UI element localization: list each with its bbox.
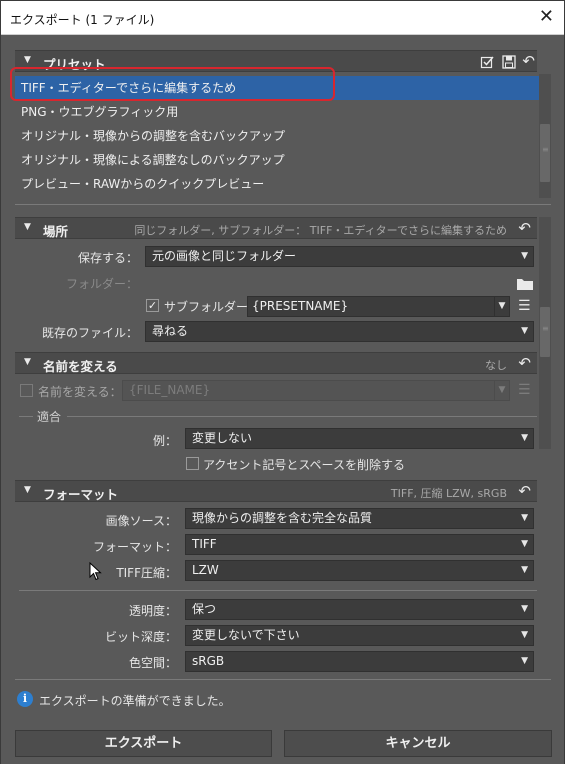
tiff-compression-select[interactable]: LZW ▼ <box>185 560 534 581</box>
existing-files-select[interactable]: 尋ねる ▼ <box>145 321 534 342</box>
preset-scrollbar[interactable]: ≡ <box>539 74 551 198</box>
rename-label: 名前を変える： <box>38 385 122 399</box>
divider <box>19 590 537 591</box>
color-space-value: sRGB <box>192 654 225 668</box>
format-label: フォーマット： <box>92 540 177 554</box>
format-select[interactable]: TIFF ▼ <box>185 534 534 555</box>
rename-summary: なし <box>485 359 507 372</box>
existing-files-value: 尋ねる <box>152 324 189 338</box>
collapse-triangle-icon[interactable]: ▼ <box>24 485 31 495</box>
mouse-cursor-icon <box>89 561 103 582</box>
reset-icon[interactable]: ↶ <box>518 219 531 237</box>
chevron-down-icon: ▼ <box>521 656 528 666</box>
chevron-down-icon: ▼ <box>521 539 528 549</box>
title-bar: エクスポート (1 ファイル) ✕ <box>1 1 564 35</box>
remove-accents-checkbox[interactable] <box>186 457 199 470</box>
subfolder-checkbox[interactable]: ✓ <box>146 299 159 312</box>
location-summary: 同じフォルダー, サブフォルダー： TIFF・エディターでさらに編集するため <box>134 224 507 237</box>
reset-icon[interactable]: ↶ <box>518 482 531 500</box>
settings-scrollbar[interactable]: ≡ <box>539 217 551 449</box>
rename-dropdown-button[interactable]: ▼ <box>494 380 510 401</box>
example-label: 例： <box>152 434 177 448</box>
image-source-label: 画像ソース： <box>105 514 177 528</box>
preset-scrollbar-thumb[interactable]: ≡ <box>540 124 550 182</box>
subfolder-label: サブフォルダー： <box>164 300 261 314</box>
rename-section-title: 名前を変える <box>43 359 118 374</box>
chevron-down-icon: ▼ <box>521 630 528 640</box>
cancel-button[interactable]: キャンセル <box>284 730 552 757</box>
settings-scrollbar-thumb[interactable]: ≡ <box>540 307 550 357</box>
rename-section-header[interactable]: ▼ 名前を変える なし ↶ <box>15 352 537 374</box>
example-select[interactable]: 変更しない ▼ <box>185 428 534 449</box>
transparency-label: 透明度： <box>128 604 177 618</box>
rename-token-menu-icon[interactable]: ☰ <box>518 383 531 397</box>
tiff-compression-value: LZW <box>192 563 219 577</box>
divider <box>19 416 33 417</box>
collapse-triangle-icon[interactable]: ▼ <box>24 55 31 65</box>
folder-icon[interactable] <box>517 277 533 290</box>
preset-item-tiff[interactable]: TIFF・エディターでさらに編集するため <box>15 76 539 100</box>
export-dialog: エクスポート (1 ファイル) ✕ ▼ プリセット ↶ TIFF・エディターでさ… <box>0 0 565 764</box>
color-space-select[interactable]: sRGB ▼ <box>185 651 534 672</box>
collapse-triangle-icon[interactable]: ▼ <box>24 222 31 232</box>
collapse-triangle-icon[interactable]: ▼ <box>24 357 31 367</box>
preset-section-header[interactable]: ▼ プリセット ↶ <box>15 50 537 72</box>
save-to-label: 保存する： <box>77 251 138 265</box>
divider <box>67 416 537 417</box>
divider <box>15 679 551 680</box>
token-menu-icon[interactable]: ☰ <box>518 299 531 313</box>
status-text: エクスポートの準備ができました。 <box>39 694 231 708</box>
image-source-select[interactable]: 現像からの調整を含む完全な品質 ▼ <box>185 508 534 529</box>
existing-files-label: 既存のファイル： <box>41 326 138 340</box>
format-section-header[interactable]: ▼ フォーマット TIFF, 圧縮 LZW, sRGB ↶ <box>15 480 537 502</box>
subfolder-input[interactable]: {PRESETNAME} <box>247 296 495 317</box>
subfolder-dropdown-button[interactable]: ▼ <box>494 296 510 317</box>
window-title: エクスポート (1 ファイル) <box>10 13 155 27</box>
location-section-title: 場所 <box>43 224 69 239</box>
reset-icon[interactable]: ↶ <box>522 52 535 70</box>
bit-depth-select[interactable]: 変更しないで下さい ▼ <box>185 625 534 646</box>
format-summary: TIFF, 圧縮 LZW, sRGB <box>390 487 507 500</box>
chevron-down-icon: ▼ <box>521 251 528 261</box>
chevron-down-icon: ▼ <box>521 513 528 523</box>
preset-section-title: プリセット <box>43 57 106 72</box>
bit-depth-value: 変更しないで下さい <box>192 628 300 642</box>
chevron-down-icon: ▼ <box>521 326 528 336</box>
rename-input[interactable]: {FILE_NAME} <box>122 380 495 401</box>
export-button[interactable]: エクスポート <box>15 730 272 757</box>
save-to-value: 元の画像と同じフォルダー <box>152 249 297 263</box>
preset-item-quick-preview[interactable]: プレビュー・RAWからのクイックプレビュー <box>15 172 539 196</box>
example-value: 変更しない <box>192 431 253 445</box>
save-preset-icon[interactable] <box>501 54 517 70</box>
save-to-select[interactable]: 元の画像と同じフォルダー ▼ <box>145 246 534 267</box>
format-value: TIFF <box>192 537 217 551</box>
chevron-down-icon: ▼ <box>521 433 528 443</box>
bit-depth-label: ビット深度： <box>104 630 177 644</box>
info-icon: i <box>17 691 33 707</box>
remove-accents-label: アクセント記号とスペースを削除する <box>203 458 405 472</box>
preset-item-backup-without-adjustments[interactable]: オリジナル・現像による調整なしのバックアップ <box>15 148 539 172</box>
transparency-value: 保つ <box>192 602 217 616</box>
preset-item-backup-with-adjustments[interactable]: オリジナル・現像からの調整を含むバックアップ <box>15 124 539 148</box>
chevron-down-icon: ▼ <box>521 565 528 575</box>
reset-icon[interactable]: ↶ <box>518 354 531 372</box>
rename-checkbox[interactable] <box>20 384 33 397</box>
transparency-select[interactable]: 保つ ▼ <box>185 599 534 620</box>
close-icon[interactable]: ✕ <box>539 6 554 28</box>
format-section-title: フォーマット <box>43 487 119 502</box>
dialog-content: ▼ プリセット ↶ TIFF・エディターでさらに編集するため PNG・ウエブグラ… <box>1 36 564 764</box>
location-section-header[interactable]: ▼ 場所 同じフォルダー, サブフォルダー： TIFF・エディターでさらに編集す… <box>15 217 537 239</box>
chevron-down-icon: ▼ <box>521 604 528 614</box>
image-source-value: 現像からの調整を含む完全な品質 <box>192 511 373 525</box>
preset-list: TIFF・エディターでさらに編集するため PNG・ウエブグラフィック用 オリジナ… <box>15 74 539 196</box>
apply-label: 適合 <box>37 410 62 424</box>
folder-label: フォルダー： <box>65 277 138 291</box>
divider <box>15 204 551 205</box>
apply-preset-icon[interactable] <box>479 54 495 70</box>
tiff-compression-label: TIFF圧縮： <box>116 566 177 580</box>
color-space-label: 色空間： <box>128 656 177 670</box>
preset-item-png[interactable]: PNG・ウエブグラフィック用 <box>15 100 539 124</box>
